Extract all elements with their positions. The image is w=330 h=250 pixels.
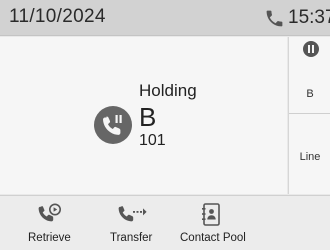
caller-number: 101 — [139, 132, 166, 149]
contact-pool-label: Contact Pool — [180, 232, 246, 244]
pause-icon — [303, 41, 319, 57]
status-time: 15:37 — [288, 7, 330, 28]
phone-icon — [266, 10, 283, 26]
retrieve-call-icon — [38, 203, 61, 222]
line-key-line[interactable]: Line — [289, 115, 330, 192]
status-bar: 11/10/2024 15:37 — [0, 0, 330, 36]
retrieve-button[interactable]: Retrieve — [12, 196, 96, 250]
contact-pool-button[interactable]: Contact Pool — [172, 196, 262, 250]
transfer-button[interactable]: Transfer — [96, 196, 180, 250]
status-date: 11/10/2024 — [9, 6, 106, 27]
call-panel: Holding B 101 — [0, 37, 287, 194]
line-key-panel: B Line — [288, 37, 330, 194]
call-hold-icon — [94, 106, 132, 144]
transfer-label: Transfer — [110, 232, 153, 244]
call-status-label: Holding — [139, 81, 197, 100]
retrieve-label: Retrieve — [28, 232, 71, 244]
caller-name: B — [139, 102, 157, 132]
line-key-label: B — [306, 88, 314, 100]
status-clock: 15:37 — [264, 6, 330, 30]
transfer-call-icon — [118, 206, 147, 222]
contact-book-icon — [202, 203, 220, 226]
softkey-bar: Retrieve Transfer Contact Pool — [0, 195, 330, 250]
line-key-b[interactable]: B — [289, 37, 330, 114]
line-key-label: Line — [299, 151, 321, 163]
